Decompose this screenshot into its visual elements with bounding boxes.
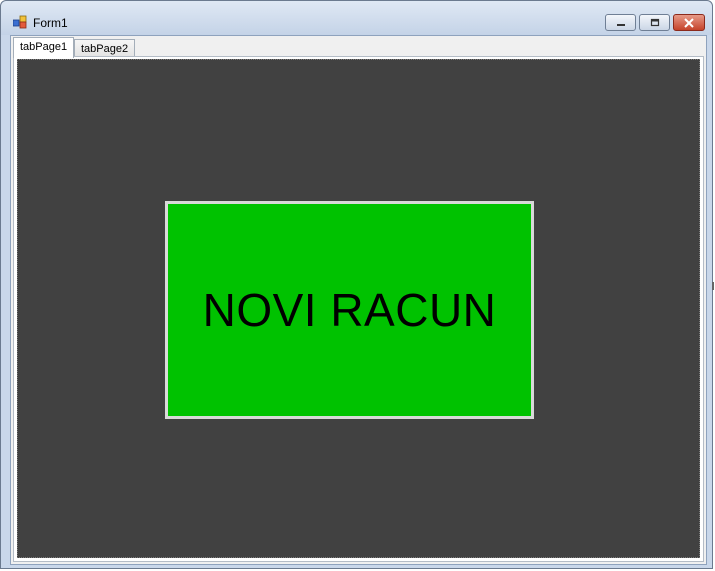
form-window: Form1 tabPage1 tabPage2 NOVI RACUN	[0, 0, 713, 569]
resize-handle[interactable]	[712, 282, 714, 290]
tab-tabpage2[interactable]: tabPage2	[74, 39, 136, 57]
novi-racun-label: NOVI RACUN	[202, 284, 497, 336]
close-icon	[684, 17, 694, 28]
tab-tabpage1[interactable]: tabPage1	[13, 37, 75, 58]
close-button[interactable]	[673, 14, 705, 31]
title-bar[interactable]: Form1	[1, 1, 712, 35]
tab-panel: NOVI RACUN	[13, 56, 704, 562]
minimize-icon	[616, 23, 625, 26]
maximize-button[interactable]	[639, 14, 670, 31]
tab-label: tabPage1	[20, 41, 68, 53]
tab-label: tabPage2	[81, 43, 129, 55]
form-client-area: tabPage1 tabPage2 NOVI RACUN	[10, 35, 707, 565]
novi-racun-button[interactable]: NOVI RACUN	[165, 201, 534, 419]
minimize-button[interactable]	[605, 14, 636, 31]
window-title: Form1	[33, 16, 68, 30]
windows-forms-app-icon	[13, 15, 27, 29]
dark-panel: NOVI RACUN	[17, 59, 700, 558]
maximize-icon	[650, 18, 659, 26]
